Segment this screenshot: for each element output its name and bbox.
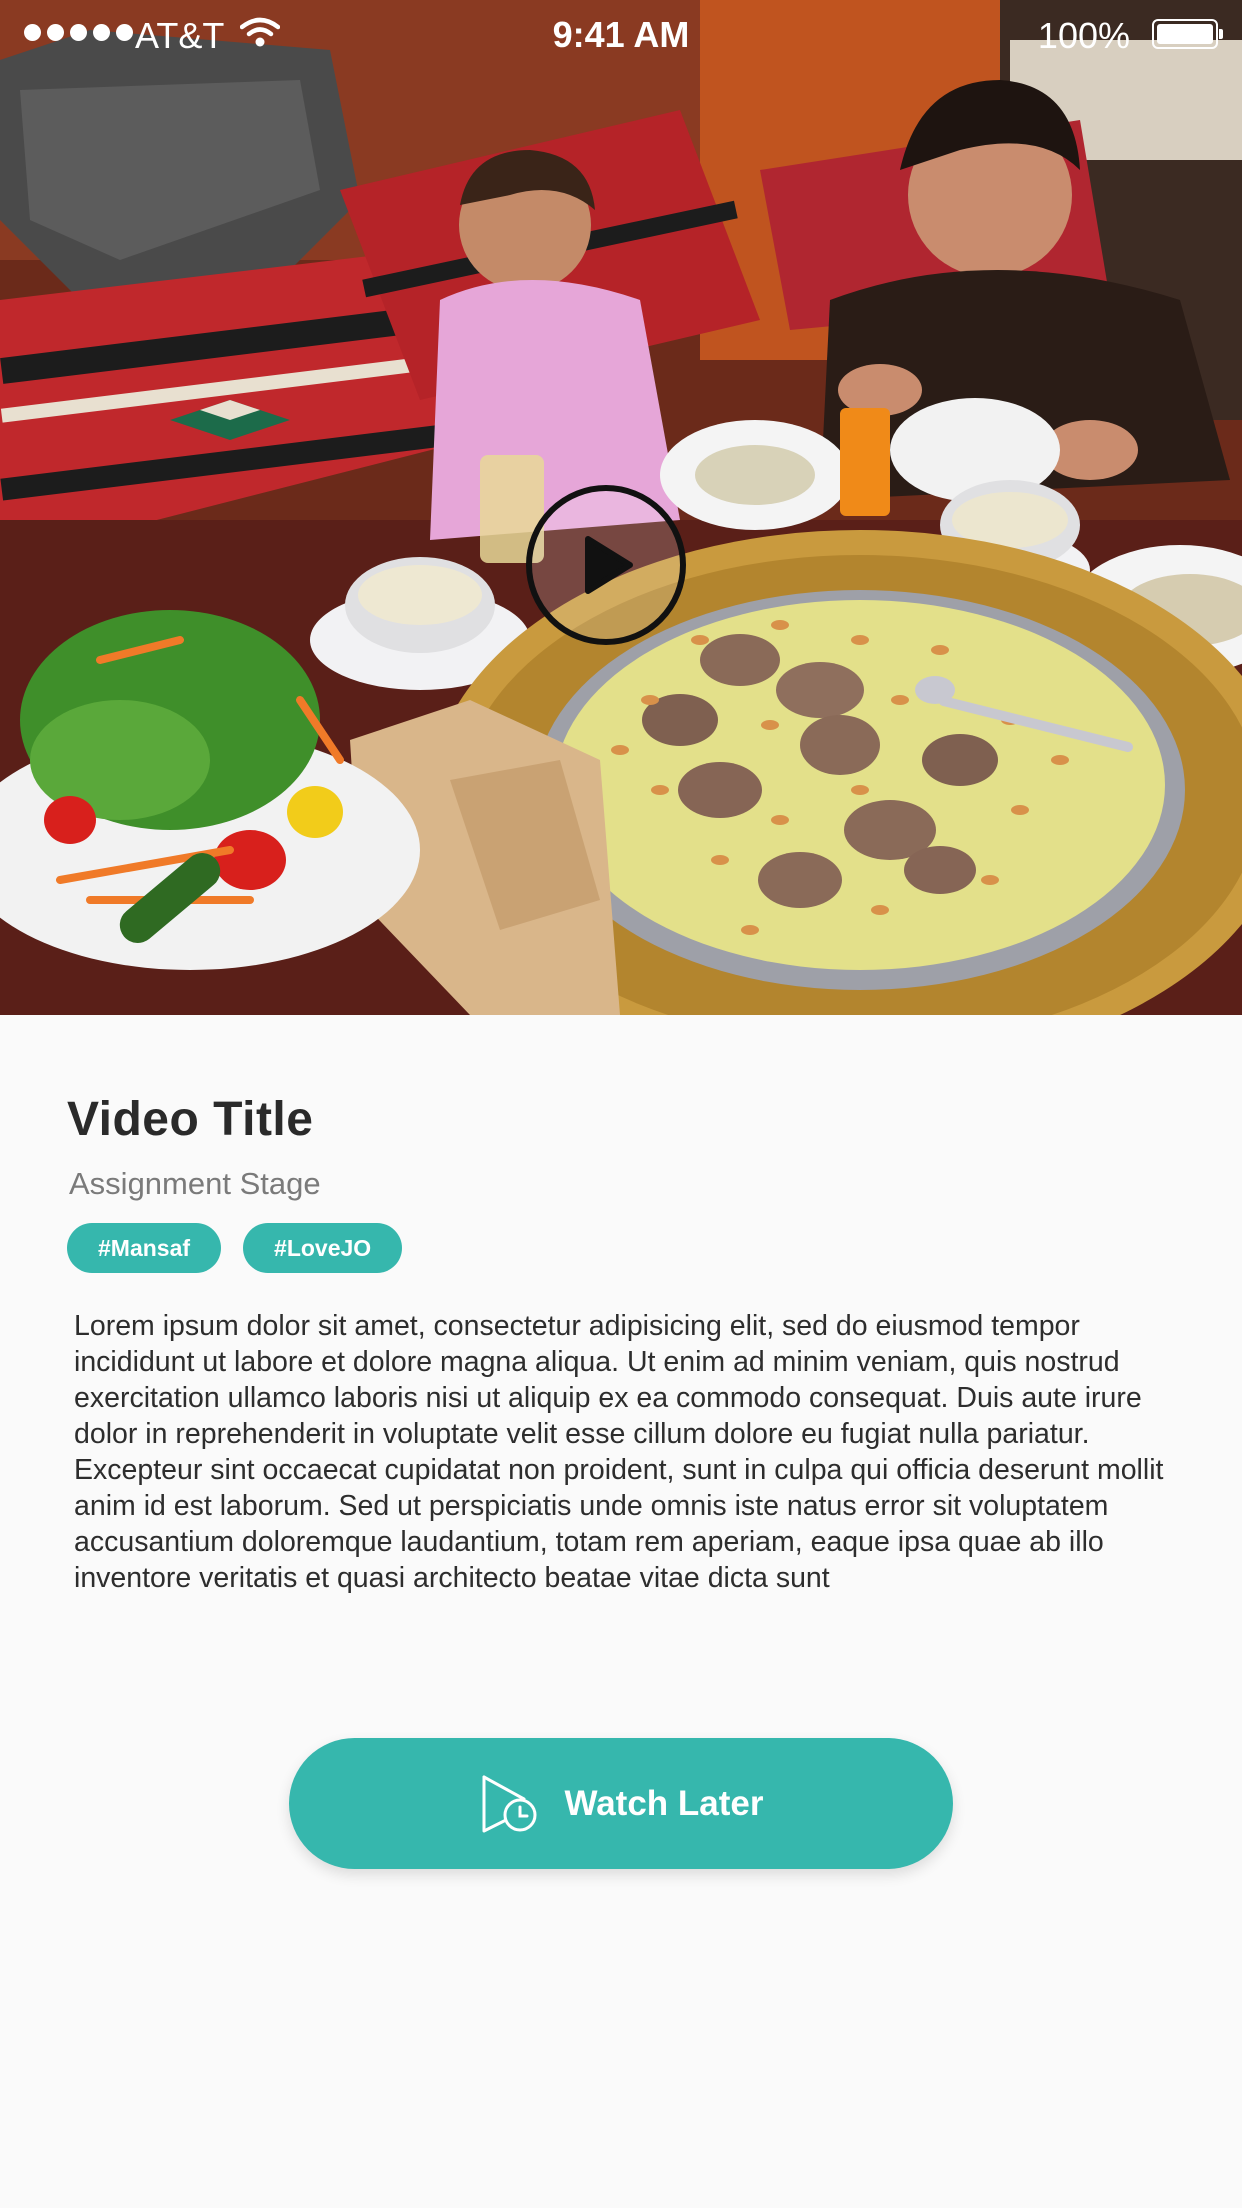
- play-button[interactable]: [526, 485, 686, 645]
- video-subtitle: Assignment Stage: [69, 1166, 321, 1201]
- video-description: Lorem ipsum dolor sit amet, consectetur …: [74, 1310, 1164, 1594]
- battery-icon: [1152, 19, 1223, 49]
- battery-percentage: 100%: [1037, 15, 1130, 56]
- tag-lovejo[interactable]: #LoveJO: [243, 1223, 403, 1273]
- status-bar: AT&T 9:41 AM 100%: [0, 0, 1242, 72]
- tag-list: #Mansaf #LoveJO: [67, 1223, 403, 1273]
- play-icon: [585, 536, 633, 594]
- video-title: Video Title: [67, 1093, 314, 1146]
- watch-later-label: Watch Later: [564, 1783, 764, 1823]
- watch-later-clock-icon: [482, 1775, 537, 1832]
- watch-later-button[interactable]: Watch Later: [289, 1738, 953, 1869]
- tag-mansaf[interactable]: #Mansaf: [67, 1223, 222, 1273]
- video-thumbnail[interactable]: AT&T 9:41 AM 100%: [0, 0, 1242, 1015]
